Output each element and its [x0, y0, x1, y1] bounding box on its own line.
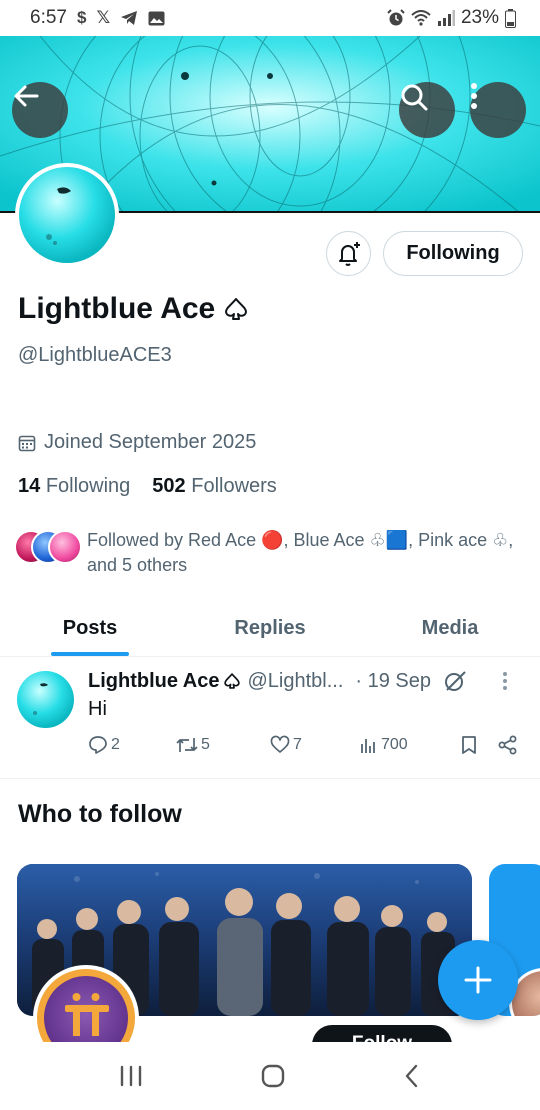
more-options-button[interactable]: [470, 82, 526, 138]
dollar-icon: $: [76, 8, 87, 27]
repost-icon: [176, 738, 198, 752]
following-count: 14: [18, 475, 41, 497]
battery-percent: 23%: [460, 7, 499, 28]
back-nav-icon[interactable]: [402, 1063, 422, 1089]
following-label: Following: [45, 475, 131, 497]
notification-bell-button[interactable]: [326, 231, 371, 276]
active-tab-indicator: [51, 652, 129, 656]
followers-label: Followers: [191, 475, 277, 497]
followed-by[interactable]: Followed by Red Ace 🔴, Blue Ace ♧🟦, Pink…: [14, 528, 526, 578]
tab-label: Posts: [62, 616, 118, 639]
views-button[interactable]: 700: [360, 736, 452, 754]
follow-stats: 14 Following 502 Followers: [18, 475, 277, 498]
home-icon[interactable]: [260, 1063, 286, 1089]
followers-link[interactable]: 502 Followers: [152, 475, 277, 498]
profile-tabs: Posts Replies Media: [0, 600, 540, 657]
post-timestamp[interactable]: · 19 Sep: [355, 670, 431, 693]
bell-plus-icon: [338, 241, 360, 266]
analytics-icon: [361, 739, 375, 753]
alarm-icon: [387, 9, 405, 27]
tab-replies[interactable]: Replies: [180, 600, 360, 656]
calendar-icon: [18, 435, 36, 451]
arrow-left-icon: [14, 85, 39, 107]
tab-label: Media: [421, 616, 479, 639]
spade-icon: [225, 298, 248, 320]
following-link[interactable]: 14 Following: [18, 475, 130, 498]
post-text: Hi: [88, 698, 107, 720]
joined-text: Joined September 2025: [44, 431, 257, 453]
following-button[interactable]: Following: [383, 231, 523, 276]
reply-icon: [89, 736, 107, 754]
reply-button[interactable]: 2: [88, 735, 176, 755]
avatar-pink-ace: [48, 530, 82, 564]
post-author-handle: @Lightbl...: [247, 669, 344, 692]
post-item[interactable]: Lightblue Ace @Lightbl... · 19 Sep Hi 2 …: [0, 657, 540, 779]
joined-date: Joined September 2025: [18, 431, 256, 454]
search-icon: [401, 84, 428, 111]
status-bar: 6:57 $ 𝕏 23%: [0, 0, 540, 36]
gallery-icon: [148, 11, 165, 26]
recent-apps-icon[interactable]: [118, 1064, 144, 1088]
more-vertical-icon: [471, 83, 477, 109]
signal-icon: [437, 10, 455, 26]
bookmark-icon[interactable]: [460, 735, 478, 755]
profile-name-text: Lightblue Ace: [18, 292, 216, 325]
repost-button[interactable]: 5: [176, 735, 270, 755]
like-button[interactable]: 7: [270, 735, 360, 755]
like-count: 7: [293, 736, 302, 753]
heart-icon: [270, 735, 290, 753]
followed-by-avatars: [14, 528, 84, 564]
tab-label: Replies: [234, 616, 306, 639]
tab-posts[interactable]: Posts: [0, 600, 180, 656]
post-author-avatar[interactable]: [17, 671, 74, 728]
battery-icon: [505, 8, 516, 28]
compose-post-button[interactable]: [438, 940, 518, 1020]
who-to-follow-title: Who to follow: [18, 800, 182, 828]
tab-media[interactable]: Media: [360, 600, 540, 656]
plus-icon: [464, 966, 492, 994]
post-header: Lightblue Ace @Lightbl... · 19 Sep: [88, 669, 508, 693]
reply-count: 2: [111, 736, 120, 753]
spade-icon: [224, 673, 241, 689]
more-vertical-icon[interactable]: [502, 671, 508, 691]
repost-count: 5: [201, 736, 210, 753]
profile-name: Lightblue Ace: [18, 292, 249, 326]
post-author-name[interactable]: Lightblue Ace: [88, 670, 241, 693]
post-actions: 2 5 7 700: [88, 735, 518, 755]
status-time: 6:57: [30, 7, 67, 28]
profile-avatar[interactable]: [15, 163, 119, 267]
post-author-text: Lightblue Ace: [88, 669, 220, 692]
view-count: 700: [381, 736, 408, 753]
grok-icon[interactable]: [443, 669, 467, 693]
wifi-icon: [411, 10, 431, 26]
back-button[interactable]: [12, 82, 68, 138]
telegram-icon: [120, 10, 138, 26]
system-navigation-bar: [0, 1042, 540, 1110]
followers-count: 502: [152, 475, 186, 497]
followed-by-text: Followed by Red Ace 🔴, Blue Ace ♧🟦, Pink…: [87, 530, 514, 575]
profile-handle: @LightblueACE3: [18, 344, 172, 366]
search-button[interactable]: [399, 82, 455, 138]
share-icon[interactable]: [498, 735, 518, 755]
x-icon: 𝕏: [96, 8, 111, 27]
